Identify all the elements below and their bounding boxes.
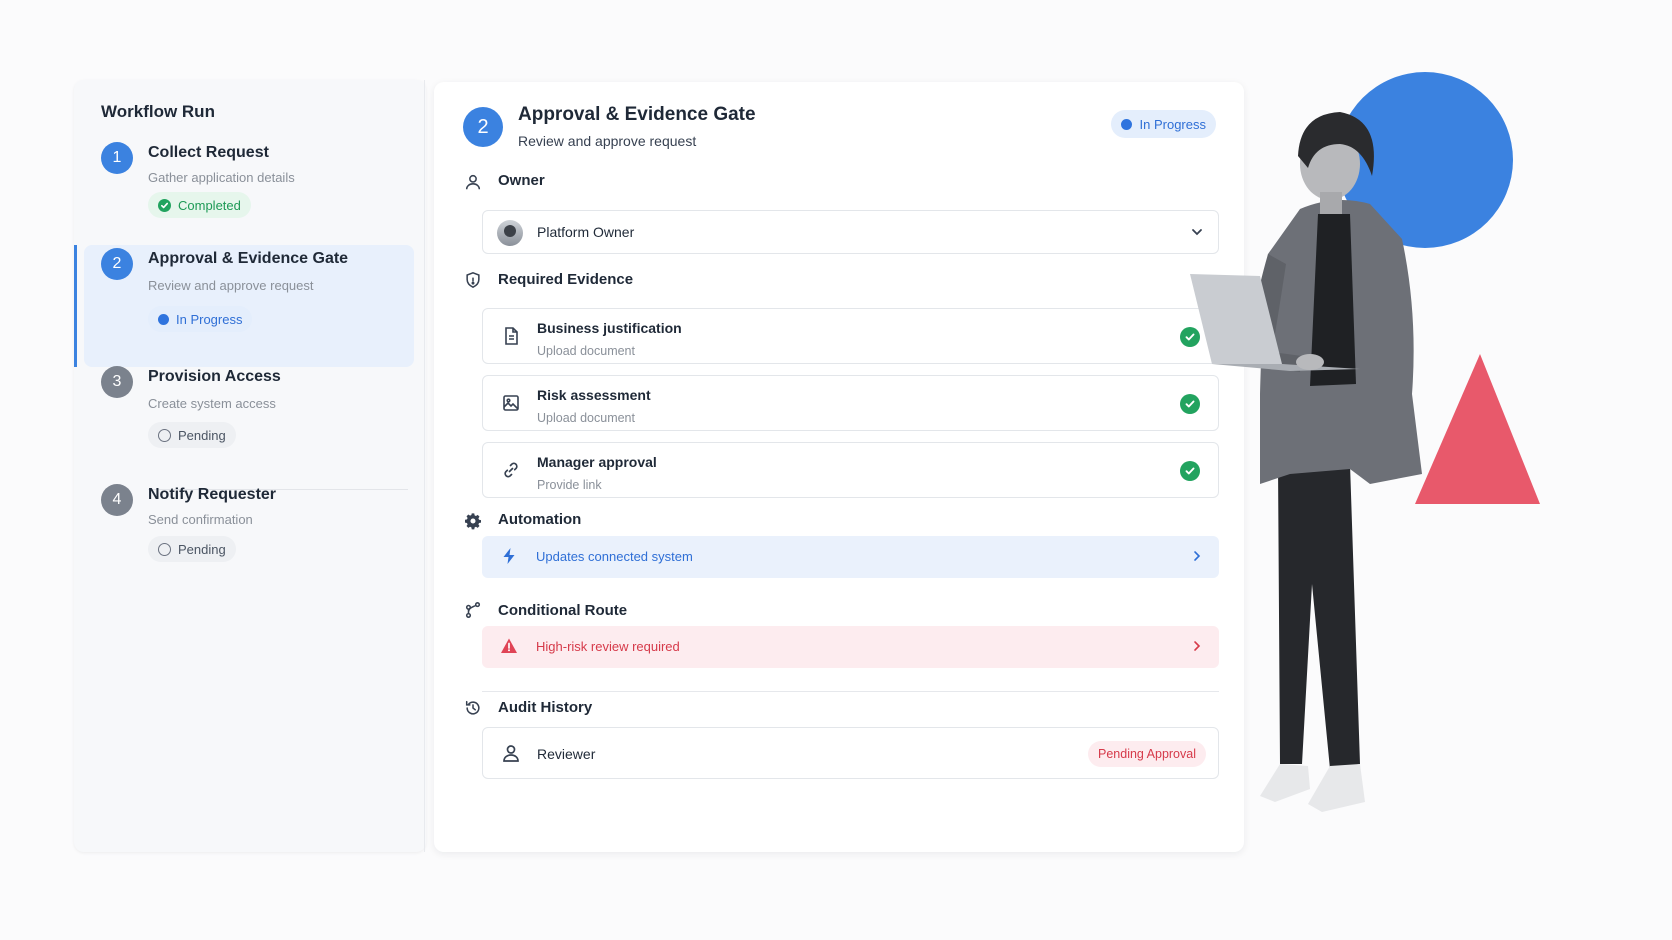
evidence-item[interactable]: Manager approval Provide link [482, 442, 1219, 498]
step-collect-request[interactable]: 1 Collect Request Gather application det… [84, 142, 414, 232]
red-triangle-shape [1415, 354, 1540, 504]
link-icon [504, 462, 518, 478]
audit-actor: Reviewer [537, 746, 596, 762]
pending-circle-icon [158, 542, 171, 556]
step-number: 4 [101, 484, 133, 516]
step-detail-card: 2 Approval & Evidence Gate Review and ap… [434, 82, 1244, 852]
owner-label: Owner [498, 172, 545, 189]
user-icon [503, 745, 519, 762]
evidence-item[interactable]: Business justification Upload document [482, 308, 1219, 364]
evidence-item[interactable]: Risk assessment Upload document [482, 375, 1219, 431]
detail-step-number: 2 [463, 107, 503, 147]
audit-status-badge: Pending Approval [1088, 741, 1206, 767]
step-title: Collect Request [148, 144, 269, 161]
workflow-sidebar: Workflow Run 1 Collect Request Gather ap… [74, 80, 426, 852]
gear-icon [464, 512, 482, 530]
step-notify-requester[interactable]: 4 Notify Requester Send confirmation Pen… [84, 484, 414, 584]
status-badge: Completed [148, 192, 251, 218]
lightning-icon [503, 548, 515, 564]
progress-dot-icon [158, 313, 169, 325]
progress-dot-icon [1120, 118, 1132, 130]
step-approval-evidence-gate[interactable]: 2 Approval & Evidence Gate Review and ap… [84, 248, 414, 358]
evidence-title: Manager approval [537, 454, 657, 470]
route-label: Conditional Route [498, 602, 628, 619]
audit-label: Audit History [498, 699, 593, 716]
status-text: In Progress [176, 311, 243, 327]
evidence-title: Business justification [537, 320, 682, 336]
status-badge: Pending [148, 536, 236, 562]
shield-icon [464, 271, 482, 289]
owner-value: Platform Owner [537, 224, 635, 240]
step-title: Provision Access [148, 368, 281, 385]
route-row[interactable]: High-risk review required [482, 626, 1219, 668]
step-number: 1 [101, 142, 133, 174]
sidebar-divider [424, 80, 425, 852]
image-icon [503, 395, 519, 411]
check-circle-icon [158, 198, 171, 212]
step-number: 3 [101, 366, 133, 398]
automation-label: Automation [498, 511, 582, 528]
evidence-action: Upload document [537, 344, 635, 358]
history-icon [464, 699, 482, 717]
active-step-indicator [74, 245, 77, 367]
document-icon [505, 327, 518, 345]
status-text: Completed [178, 197, 241, 213]
step-subtitle: Create system access [148, 396, 276, 411]
route-text: High-risk review required [536, 639, 680, 654]
evidence-action: Provide link [537, 478, 602, 492]
evidence-action: Upload document [537, 411, 635, 425]
avatar [497, 220, 523, 246]
branch-icon [464, 601, 482, 619]
status-text: Pending [178, 541, 226, 557]
owner-select[interactable]: Platform Owner [482, 210, 1219, 254]
page-title: Approval & Evidence Gate [518, 104, 756, 125]
app-stage: Workflow Run 1 Collect Request Gather ap… [0, 0, 1672, 940]
page-subtitle: Review and approve request [518, 133, 697, 149]
pending-circle-icon [158, 428, 171, 442]
user-icon [464, 173, 482, 191]
warning-icon [501, 638, 517, 653]
status-badge: Pending [148, 422, 236, 448]
step-subtitle: Send confirmation [148, 512, 253, 527]
step-title: Approval & Evidence Gate [148, 250, 349, 267]
person-with-laptop-illustration [1190, 72, 1540, 812]
step-title: Notify Requester [148, 486, 277, 503]
evidence-title: Risk assessment [537, 387, 651, 403]
step-subtitle: Review and approve request [148, 278, 314, 293]
automation-row[interactable]: Updates connected system [482, 536, 1219, 578]
sidebar-title: Workflow Run [101, 102, 215, 121]
step-number: 2 [101, 248, 133, 280]
status-text: Pending [178, 427, 226, 443]
evidence-label: Required Evidence [498, 271, 634, 288]
step-subtitle: Gather application details [148, 170, 295, 185]
audit-entry[interactable]: Reviewer Pending Approval [482, 727, 1219, 779]
status-badge: In Progress [148, 306, 253, 332]
section-divider [482, 691, 1219, 692]
step-provision-access[interactable]: 3 Provision Access Create system access … [84, 366, 414, 466]
automation-text: Updates connected system [536, 549, 693, 564]
